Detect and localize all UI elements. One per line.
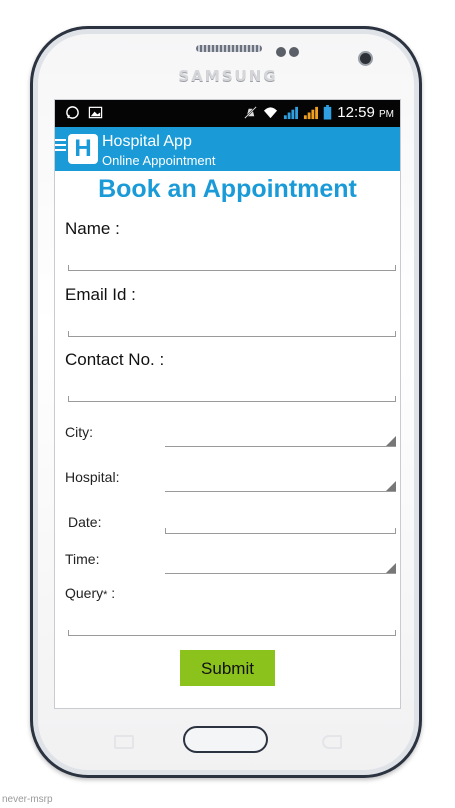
query-label: Query* : [65,585,115,601]
query-field[interactable] [68,630,396,636]
contact-label: Contact No. : [65,350,165,369]
page-title: Book an Appointment [98,175,357,203]
app-bar: H Hospital App Online Appointment [55,127,400,171]
whatsapp-icon [66,106,79,119]
email-label: Email Id : [65,285,136,304]
menu-icon[interactable] [55,139,66,153]
device-brand: SAMSUNG [178,67,278,85]
light-sensor [289,47,299,57]
signal-icon [304,106,319,120]
date-field[interactable] [165,528,396,534]
home-button[interactable] [183,726,268,753]
city-label: City: [65,424,93,440]
mute-icon [244,106,258,119]
submit-button[interactable]: Submit [180,650,275,686]
name-label: Name : [65,219,120,238]
query-label-suffix: : [107,585,116,601]
status-clock: 12:59 PM [337,104,394,121]
app-subtitle: Online Appointment [102,153,216,168]
time-label: Time: [65,551,100,567]
screen: 12:59 PM H Hospital App Online Appointme… [55,100,400,708]
date-label: Date: [68,514,102,530]
email-field[interactable] [68,331,396,337]
time-dropdown[interactable] [165,563,396,574]
wifi-icon [264,107,278,119]
contact-field[interactable] [68,396,396,402]
back-icon[interactable] [322,735,342,749]
hospital-dropdown[interactable] [165,481,396,492]
front-camera [360,53,371,64]
dropdown-arrow-icon [386,436,396,446]
battery-icon [324,105,332,120]
watermark: never-msrp [2,794,53,805]
city-dropdown[interactable] [165,436,396,447]
recent-apps-icon[interactable] [114,735,134,749]
signal-icon [284,106,299,120]
clock-ampm: PM [379,109,394,120]
query-label-text: Query [65,585,104,601]
hospital-label: Hospital: [65,469,120,485]
dropdown-arrow-icon [386,481,396,491]
app-title: Hospital App [102,133,192,150]
status-bar: 12:59 PM [55,100,400,127]
name-field[interactable] [68,265,396,271]
proximity-sensor [276,47,286,57]
dropdown-arrow-icon [386,563,396,573]
app-logo[interactable]: H [68,134,98,164]
earpiece-speaker [196,45,262,52]
gallery-icon [88,106,103,119]
clock-time: 12:59 [337,104,375,121]
